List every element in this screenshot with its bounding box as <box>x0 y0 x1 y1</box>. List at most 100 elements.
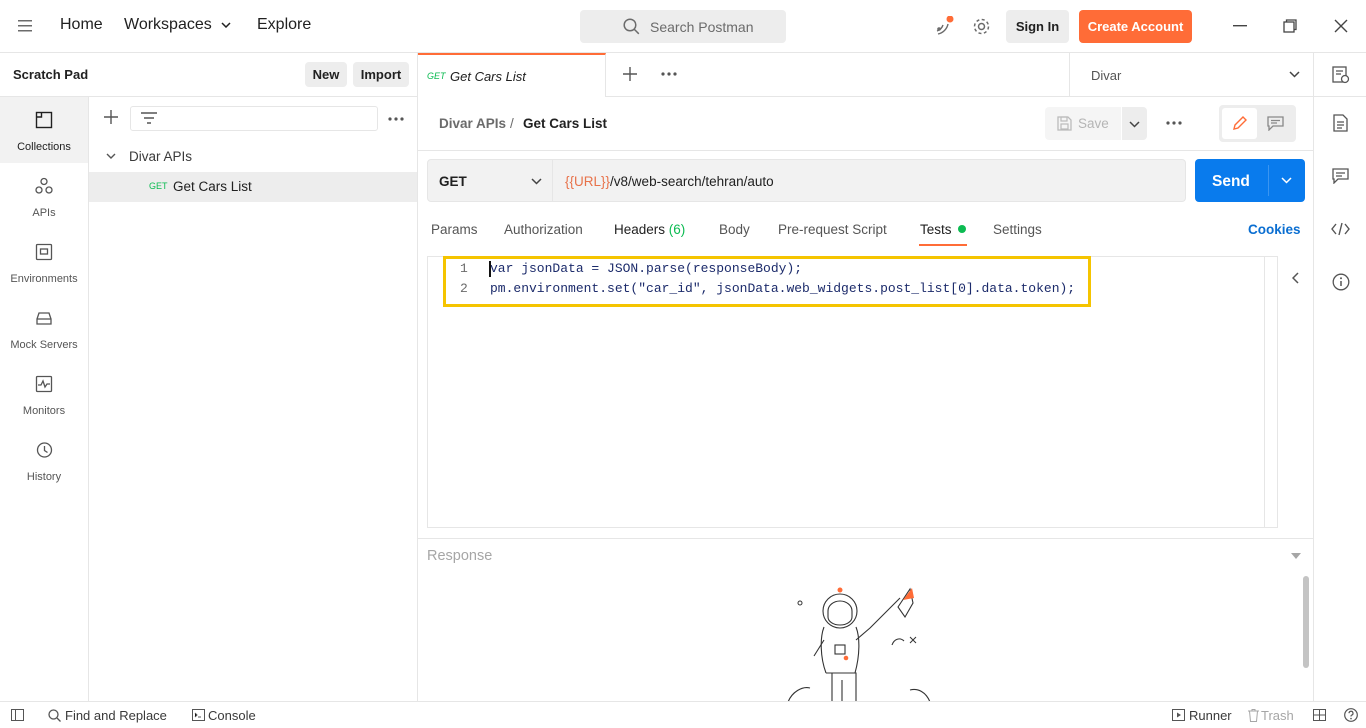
tree-item-get-cars-list[interactable]: GET Get Cars List <box>89 172 417 202</box>
url-text: {{URL}}/v8/web-search/tehran/auto <box>565 174 774 189</box>
minimize-icon[interactable] <box>1233 25 1247 27</box>
sync-satellite-icon[interactable] <box>934 16 954 36</box>
rail-item-collections[interactable]: Collections <box>0 97 88 163</box>
trash-button[interactable]: Trash <box>1261 708 1294 723</box>
create-account-button[interactable]: Create Account <box>1079 10 1192 43</box>
code-snippet-icon[interactable] <box>1331 222 1350 236</box>
filter-input[interactable] <box>130 106 378 131</box>
comments-icon[interactable] <box>1332 168 1349 184</box>
two-pane-layout-icon[interactable] <box>1313 709 1326 721</box>
nav-explore[interactable]: Explore <box>257 16 311 34</box>
tab-method: GET <box>427 71 446 81</box>
url-variable: {{URL}} <box>565 174 611 189</box>
headers-count: (6) <box>668 222 686 237</box>
new-tab-icon[interactable] <box>623 67 637 81</box>
method-value: GET <box>439 174 467 189</box>
rail-label: Environments <box>10 273 78 285</box>
rail-label: Mock Servers <box>10 339 78 351</box>
maximize-icon[interactable] <box>1283 19 1297 33</box>
import-button[interactable]: Import <box>353 62 409 87</box>
documentation-icon[interactable] <box>1333 114 1348 132</box>
mock-servers-icon <box>35 309 53 327</box>
scrollbar[interactable] <box>1303 576 1309 668</box>
environment-select[interactable]: Divar <box>1070 53 1314 97</box>
new-button[interactable]: New <box>305 62 347 87</box>
tab-body[interactable]: Body <box>719 222 750 237</box>
response-pane: Response <box>418 538 1313 702</box>
history-icon <box>35 441 53 459</box>
runner-icon <box>1172 709 1185 721</box>
close-icon[interactable] <box>1334 19 1348 33</box>
right-rail <box>1313 53 1366 701</box>
tab-settings[interactable]: Settings <box>993 222 1042 237</box>
add-collection-icon[interactable] <box>104 110 118 124</box>
divider <box>1264 257 1265 527</box>
request-method-badge: GET <box>149 181 168 191</box>
apis-icon <box>35 177 53 195</box>
environment-quick-look-icon[interactable] <box>1332 66 1350 84</box>
tab-headers-label: Headers <box>614 222 666 237</box>
rail-label: Collections <box>17 141 71 153</box>
nav-workspaces[interactable]: Workspaces <box>124 16 212 34</box>
edit-mode-button[interactable] <box>1222 108 1257 139</box>
chevron-down-icon <box>531 178 542 185</box>
rail-item-apis[interactable]: APIs <box>0 163 88 227</box>
info-icon[interactable] <box>1332 273 1350 291</box>
collapse-caret-icon[interactable] <box>1291 553 1301 559</box>
chevron-down-icon[interactable] <box>1281 177 1292 184</box>
view-mode-toggle[interactable] <box>1219 105 1296 142</box>
cookies-link[interactable]: Cookies <box>1248 222 1301 237</box>
collection-name[interactable]: Divar APIs <box>129 149 192 164</box>
comment-mode-icon[interactable] <box>1267 116 1284 131</box>
console-button[interactable]: Console <box>208 708 256 723</box>
method-select[interactable]: GET <box>427 159 553 202</box>
help-icon[interactable] <box>1344 708 1358 722</box>
menu-icon[interactable] <box>18 20 32 32</box>
chevron-down-icon <box>1289 71 1300 78</box>
send-button[interactable]: Send <box>1195 159 1305 202</box>
tab-options-icon[interactable] <box>661 72 677 76</box>
save-label: Save <box>1078 116 1109 131</box>
tab-get-cars-list[interactable]: GET Get Cars List <box>418 53 606 97</box>
runner-button[interactable]: Runner <box>1189 708 1232 723</box>
save-button[interactable]: Save <box>1045 107 1121 140</box>
search-icon <box>623 18 640 35</box>
tab-params[interactable]: Params <box>431 222 478 237</box>
rail-item-mock-servers[interactable]: Mock Servers <box>0 295 88 359</box>
response-title: Response <box>427 548 493 564</box>
url-input[interactable]: {{URL}}/v8/web-search/tehran/auto <box>553 159 1186 202</box>
highlight-box <box>443 256 1091 307</box>
save-icon <box>1057 116 1072 131</box>
rail-item-history[interactable]: History <box>0 427 88 491</box>
request-name: Get Cars List <box>173 179 252 194</box>
top-bar: Home Workspaces Explore Search Postman S… <box>0 0 1366 53</box>
search-input[interactable]: Search Postman <box>580 10 786 43</box>
nav-home[interactable]: Home <box>60 16 103 34</box>
chevron-down-icon[interactable] <box>221 22 231 28</box>
rail-item-monitors[interactable]: Monitors <box>0 361 88 425</box>
rail-item-environments[interactable]: Environments <box>0 229 88 293</box>
save-options-button[interactable] <box>1122 107 1147 140</box>
breadcrumb-parent[interactable]: Divar APIs <box>439 116 506 131</box>
environments-icon <box>35 243 53 261</box>
divider <box>1314 96 1366 97</box>
chevron-left-icon[interactable] <box>1292 272 1299 284</box>
chevron-down-icon[interactable] <box>106 153 116 159</box>
find-icon <box>48 709 61 722</box>
tab-tests[interactable]: Tests <box>920 222 952 237</box>
tab-authorization[interactable]: Authorization <box>504 222 583 237</box>
rail-label: Monitors <box>22 405 66 417</box>
settings-gear-icon[interactable] <box>972 17 991 36</box>
sidebar-icon-rail: Collections APIs Environments Mock Serve… <box>0 97 89 701</box>
scratch-pad-title: Scratch Pad <box>13 67 89 82</box>
sign-in-button[interactable]: Sign In <box>1006 10 1069 43</box>
request-more-icon[interactable] <box>1166 121 1182 125</box>
find-and-replace-button[interactable]: Find and Replace <box>65 708 167 723</box>
breadcrumb-separator: / <box>510 116 514 131</box>
tab-pre-request-script[interactable]: Pre-request Script <box>778 222 887 237</box>
tab-headers[interactable]: Headers (6) <box>614 222 685 237</box>
more-options-icon[interactable] <box>388 117 404 121</box>
chevron-down-icon <box>1129 121 1140 128</box>
toggle-sidebar-icon[interactable] <box>11 709 24 721</box>
rail-label: APIs <box>32 207 56 219</box>
